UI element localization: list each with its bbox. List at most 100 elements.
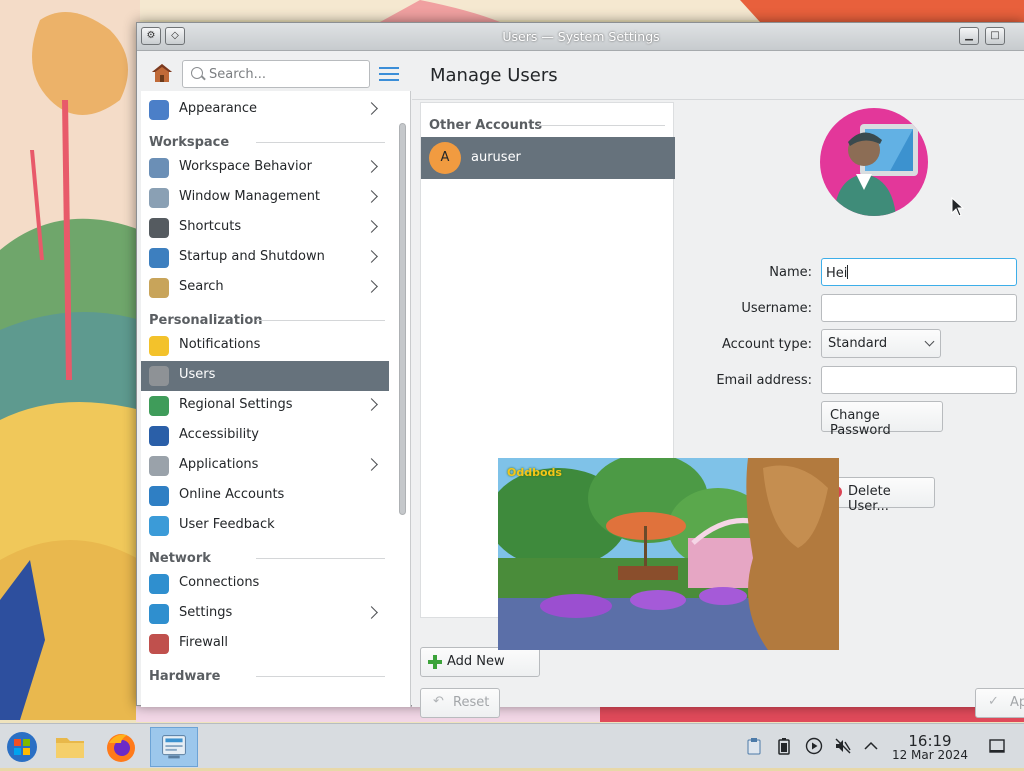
chevron-right-icon [365,250,378,263]
home-icon[interactable] [151,63,173,83]
sidebar-item-label: Applications [179,457,259,472]
sidebar-scrollbar[interactable] [399,123,406,515]
email-field[interactable] [821,366,1017,394]
clock-date[interactable]: 12 Mar 2024 [880,748,980,762]
sidebar-item-shortcuts[interactable]: Shortcuts [141,213,389,243]
window-title: Users — System Settings [502,29,660,44]
sidebar-item-applications[interactable]: Applications [141,451,389,481]
globe-icon [149,396,169,416]
titlebar[interactable]: ⚙ ◇ Users — System Settings ▁ □ [137,23,1024,51]
sidebar-item-label: Workspace Behavior [179,159,312,174]
sidebar-item-label: User Feedback [179,517,275,532]
page-title: Manage Users [430,65,558,86]
sidebar-item-regional-settings[interactable]: Regional Settings [141,391,389,421]
user-avatar-image[interactable] [820,108,928,216]
chevron-right-icon [365,280,378,293]
sidebar-item-window-management[interactable]: Window Management [141,183,389,213]
firefox-icon [107,734,135,762]
chevron-right-icon [365,398,378,411]
sidebar-category: Personalization [141,303,393,331]
system-settings-taskbar-icon[interactable] [150,727,198,767]
show-desktop-icon[interactable] [988,737,1006,755]
account-type-dropdown[interactable]: Standard [821,329,941,358]
chevron-right-icon [365,190,378,203]
workspace-behavior-icon [149,158,169,178]
sidebar-item-label: Appearance [179,101,258,116]
start-menu-button[interactable] [2,727,42,767]
sidebar-item-label: Shortcuts [179,219,242,234]
sidebar-item-online-accounts[interactable]: Online Accounts [141,481,389,511]
accessibility-icon [149,426,169,446]
search-settings-icon [149,278,169,298]
media-player-icon[interactable] [805,737,823,755]
sidebar-item-users[interactable]: Users [141,361,389,391]
accounts-category-label: Other Accounts [429,118,543,133]
search-input[interactable]: Search... [182,60,370,88]
maximize-button[interactable]: □ [985,27,1005,45]
sidebar-category: Hardware [141,659,393,687]
apply-button[interactable]: ✓ Ap [975,688,1024,718]
firefox-taskbar-icon[interactable] [101,727,141,767]
sidebar-item-label: Startup and Shutdown [179,249,325,264]
users-icon [149,366,169,386]
user-list-name: auruser [471,150,521,165]
sidebar-item-label: Regional Settings [179,397,293,412]
chevron-right-icon [365,102,378,115]
reset-button[interactable]: ↶ Reset [420,688,500,718]
keyboard-icon [149,218,169,238]
change-password-button[interactable]: Change Password [821,401,943,438]
oddbods-logo: Oddbods [507,466,562,479]
sidebar-item-label: Firewall [179,635,229,650]
hamburger-menu-icon[interactable] [379,67,399,81]
sidebar-item-notifications[interactable]: Notifications [141,331,389,361]
clipboard-icon[interactable] [745,737,763,755]
add-new-user-button[interactable]: Add New [420,647,540,677]
delete-user-label: Delete User... [848,484,891,514]
sidebar-item-label: Settings [179,605,233,620]
name-field[interactable]: Hei [821,258,1017,286]
sidebar-category: Network [141,541,393,569]
change-password-label: Change Password [830,408,891,438]
account-type-value: Standard [828,336,888,351]
volume-muted-icon[interactable] [834,737,852,755]
category-divider [539,125,665,126]
sidebar-item-user-feedback[interactable]: User Feedback [141,511,389,541]
text-cursor [847,265,849,279]
user-list-item[interactable]: A auruser [421,137,675,179]
sidebar-item-workspace-behavior[interactable]: Workspace Behavior [141,153,389,183]
video-overlay[interactable]: Oddbods [498,458,839,650]
sidebar-item-firewall[interactable]: Firewall [141,629,389,659]
sidebar-item-label: Notifications [179,337,261,352]
sidebar-item-settings[interactable]: Settings [141,599,389,629]
sidebar-item-search[interactable]: Search [141,273,389,303]
sidebar-item-label: Users [179,367,216,382]
file-manager-taskbar-icon[interactable] [50,727,90,767]
sidebar-category: Workspace [141,125,393,153]
sidebar-item-connections[interactable]: Connections [141,569,389,599]
sidebar-item-appearance[interactable]: Appearance [141,95,389,125]
battery-icon[interactable] [775,737,793,755]
firewall-icon [149,634,169,654]
connections-icon [149,574,169,594]
online-accounts-icon [149,486,169,506]
sidebar-item-label: Accessibility [179,427,259,442]
sidebar-item-startup-and-shutdown[interactable]: Startup and Shutdown [141,243,389,273]
reset-icon: ↶ [433,694,444,709]
folder-icon [56,738,84,758]
sidebar-item-label: Connections [179,575,260,590]
applications-icon [149,456,169,476]
minimize-icon: ▁ [965,30,973,41]
minimize-button[interactable]: ▁ [959,27,979,45]
sidebar-item-label: Online Accounts [179,487,285,502]
username-field[interactable] [821,294,1017,322]
name-value: Hei [826,266,848,281]
system-tray-expand-icon[interactable] [862,737,880,755]
maximize-icon: □ [990,30,1000,41]
sidebar-item-label: Window Management [179,189,321,204]
sidebar-item-accessibility[interactable]: Accessibility [141,421,389,451]
sidebar-header: Search... [141,51,411,91]
header-divider [412,99,1024,100]
startup-icon [149,248,169,268]
chevron-right-icon [365,606,378,619]
video-frame [498,458,839,650]
